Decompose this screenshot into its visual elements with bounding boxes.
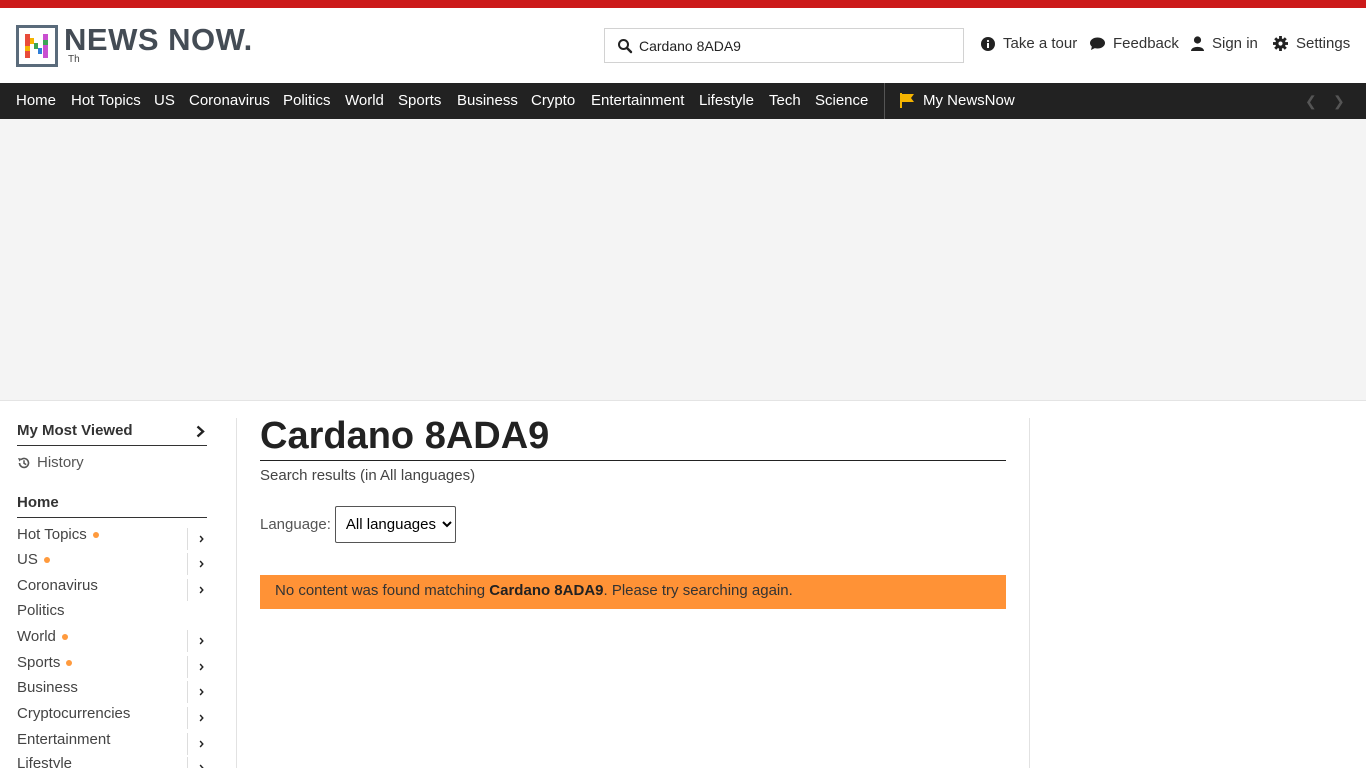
nav-item-coronavirus[interactable]: Coronavirus <box>189 92 270 109</box>
language-label: Language: <box>260 516 331 533</box>
sidebar-item-label: Entertainment <box>17 731 111 748</box>
gear-icon <box>1273 36 1288 51</box>
sidebar-item-coronavirus[interactable]: Coronavirus <box>17 577 207 602</box>
new-indicator-dot <box>92 532 99 539</box>
search-results-subtitle: Search results (in All languages) <box>260 467 476 484</box>
ad-banner-area <box>0 119 1366 401</box>
notice-suffix: . Please try searching again. <box>603 582 793 599</box>
settings-label: Settings <box>1296 35 1351 52</box>
user-icon <box>1191 36 1204 51</box>
new-indicator-dot <box>66 660 73 667</box>
sidebar-item-label: Sports <box>17 654 61 671</box>
nav-item-us[interactable]: US <box>154 92 175 109</box>
feedback-link[interactable]: Feedback <box>1090 35 1179 52</box>
nav-item-hot-topics[interactable]: Hot Topics <box>71 92 141 109</box>
language-select[interactable]: All languages <box>334 506 456 543</box>
nav-item-lifestyle[interactable]: Lifestyle <box>699 92 754 109</box>
chevron-right-icon[interactable] <box>187 579 207 601</box>
nav-item-tech[interactable]: Tech <box>769 92 801 109</box>
take-a-tour-link[interactable]: Take a tour <box>981 35 1077 52</box>
nav-item-science[interactable]: Science <box>815 92 868 109</box>
nav-item-politics[interactable]: Politics <box>283 92 331 109</box>
chevron-right-icon[interactable] <box>187 707 207 729</box>
site-header: NEWS NOW. Th Take a tour Feedback Sign i… <box>0 8 1366 83</box>
sidebar-history[interactable]: History <box>17 454 84 471</box>
chevron-right-icon[interactable] <box>187 630 207 652</box>
search-box <box>604 28 964 63</box>
sign-in-label: Sign in <box>1212 35 1258 52</box>
my-newsnow-label: My NewsNow <box>923 92 1015 109</box>
sidebar-item-label: Lifestyle <box>17 755 73 768</box>
nav-divider <box>884 83 885 119</box>
no-results-notice: No content was found matching Cardano 8A… <box>260 575 1006 609</box>
sidebar-item-entertainment[interactable]: Entertainment <box>17 731 207 756</box>
left-column-divider <box>236 418 237 768</box>
notice-query: Cardano 8ADA9 <box>489 582 604 599</box>
new-indicator-dot <box>61 634 68 641</box>
chevron-right-icon[interactable] <box>187 733 207 755</box>
sidebar-item-label: Cryptocurrencies <box>17 705 131 722</box>
sidebar-item-us[interactable]: US <box>17 551 207 576</box>
sidebar-item-label: Politics <box>17 602 65 619</box>
right-column-divider <box>1029 418 1030 768</box>
sidebar-item-world[interactable]: World <box>17 628 207 653</box>
sidebar-item-business[interactable]: Business <box>17 679 207 704</box>
nav-item-world[interactable]: World <box>345 92 384 109</box>
top-accent-bar <box>0 0 1366 8</box>
chevron-right-icon <box>196 425 205 438</box>
sign-in-link[interactable]: Sign in <box>1191 35 1258 52</box>
chevron-right-icon[interactable] <box>187 553 207 575</box>
notice-prefix: No content was found matching <box>275 582 490 599</box>
my-newsnow-link[interactable]: My NewsNow <box>900 92 1015 109</box>
sidebar-item-politics[interactable]: Politics <box>17 602 207 627</box>
language-filter: Language: All languages <box>260 506 1006 543</box>
chevron-right-icon[interactable] <box>187 528 207 550</box>
logo-icon[interactable] <box>16 25 58 67</box>
chevron-right-icon[interactable] <box>187 681 207 703</box>
nav-item-home[interactable]: Home <box>16 92 56 109</box>
new-indicator-dot <box>43 557 50 564</box>
sidebar-most-viewed-label: My Most Viewed <box>17 422 133 439</box>
sidebar-item-lifestyle[interactable]: Lifestyle <box>17 755 207 768</box>
brand-sub: Th <box>68 54 80 65</box>
take-a-tour-label: Take a tour <box>1003 35 1078 52</box>
sidebar-item-hot-topics[interactable]: Hot Topics <box>17 526 207 551</box>
main-content: Cardano 8ADA9 Search results (in All lan… <box>260 414 1006 609</box>
settings-link[interactable]: Settings <box>1273 35 1350 52</box>
speech-bubble-icon <box>1090 37 1105 50</box>
feedback-label: Feedback <box>1113 35 1179 52</box>
sidebar-home-label: Home <box>17 494 59 511</box>
info-icon <box>981 36 995 51</box>
sidebar-item-label: Coronavirus <box>17 577 98 594</box>
sidebar-item-label: Hot Topics <box>17 526 87 543</box>
sidebar-most-viewed[interactable]: My Most Viewed <box>17 422 207 446</box>
chevron-right-icon[interactable] <box>187 757 207 768</box>
nav-item-sports[interactable]: Sports <box>398 92 441 109</box>
sidebar-item-label: US <box>17 551 38 568</box>
brand-name[interactable]: NEWS NOW. <box>64 22 253 58</box>
sidebar-item-sports[interactable]: Sports <box>17 654 207 679</box>
page-title: Cardano 8ADA9 <box>260 414 1006 461</box>
nav-scroll-left-icon[interactable]: ❮ <box>1305 93 1317 110</box>
nav-scroll-right-icon[interactable]: ❯ <box>1333 93 1345 110</box>
sidebar-home[interactable]: Home <box>17 494 207 518</box>
nav-item-entertainment[interactable]: Entertainment <box>591 92 684 109</box>
chevron-right-icon[interactable] <box>187 656 207 678</box>
sidebar-history-label: History <box>37 454 84 471</box>
search-icon[interactable] <box>617 38 633 54</box>
sidebar-item-label: World <box>17 628 56 645</box>
sidebar-item-label: Business <box>17 679 78 696</box>
nav-item-business[interactable]: Business <box>457 92 518 109</box>
nav-item-crypto[interactable]: Crypto <box>531 92 575 109</box>
main-nav: Home Hot Topics US Coronavirus Politics … <box>0 83 1366 119</box>
sidebar-item-cryptocurrencies[interactable]: Cryptocurrencies <box>17 705 207 730</box>
history-icon <box>18 457 30 468</box>
search-input[interactable] <box>639 29 959 62</box>
flag-icon <box>900 93 914 108</box>
